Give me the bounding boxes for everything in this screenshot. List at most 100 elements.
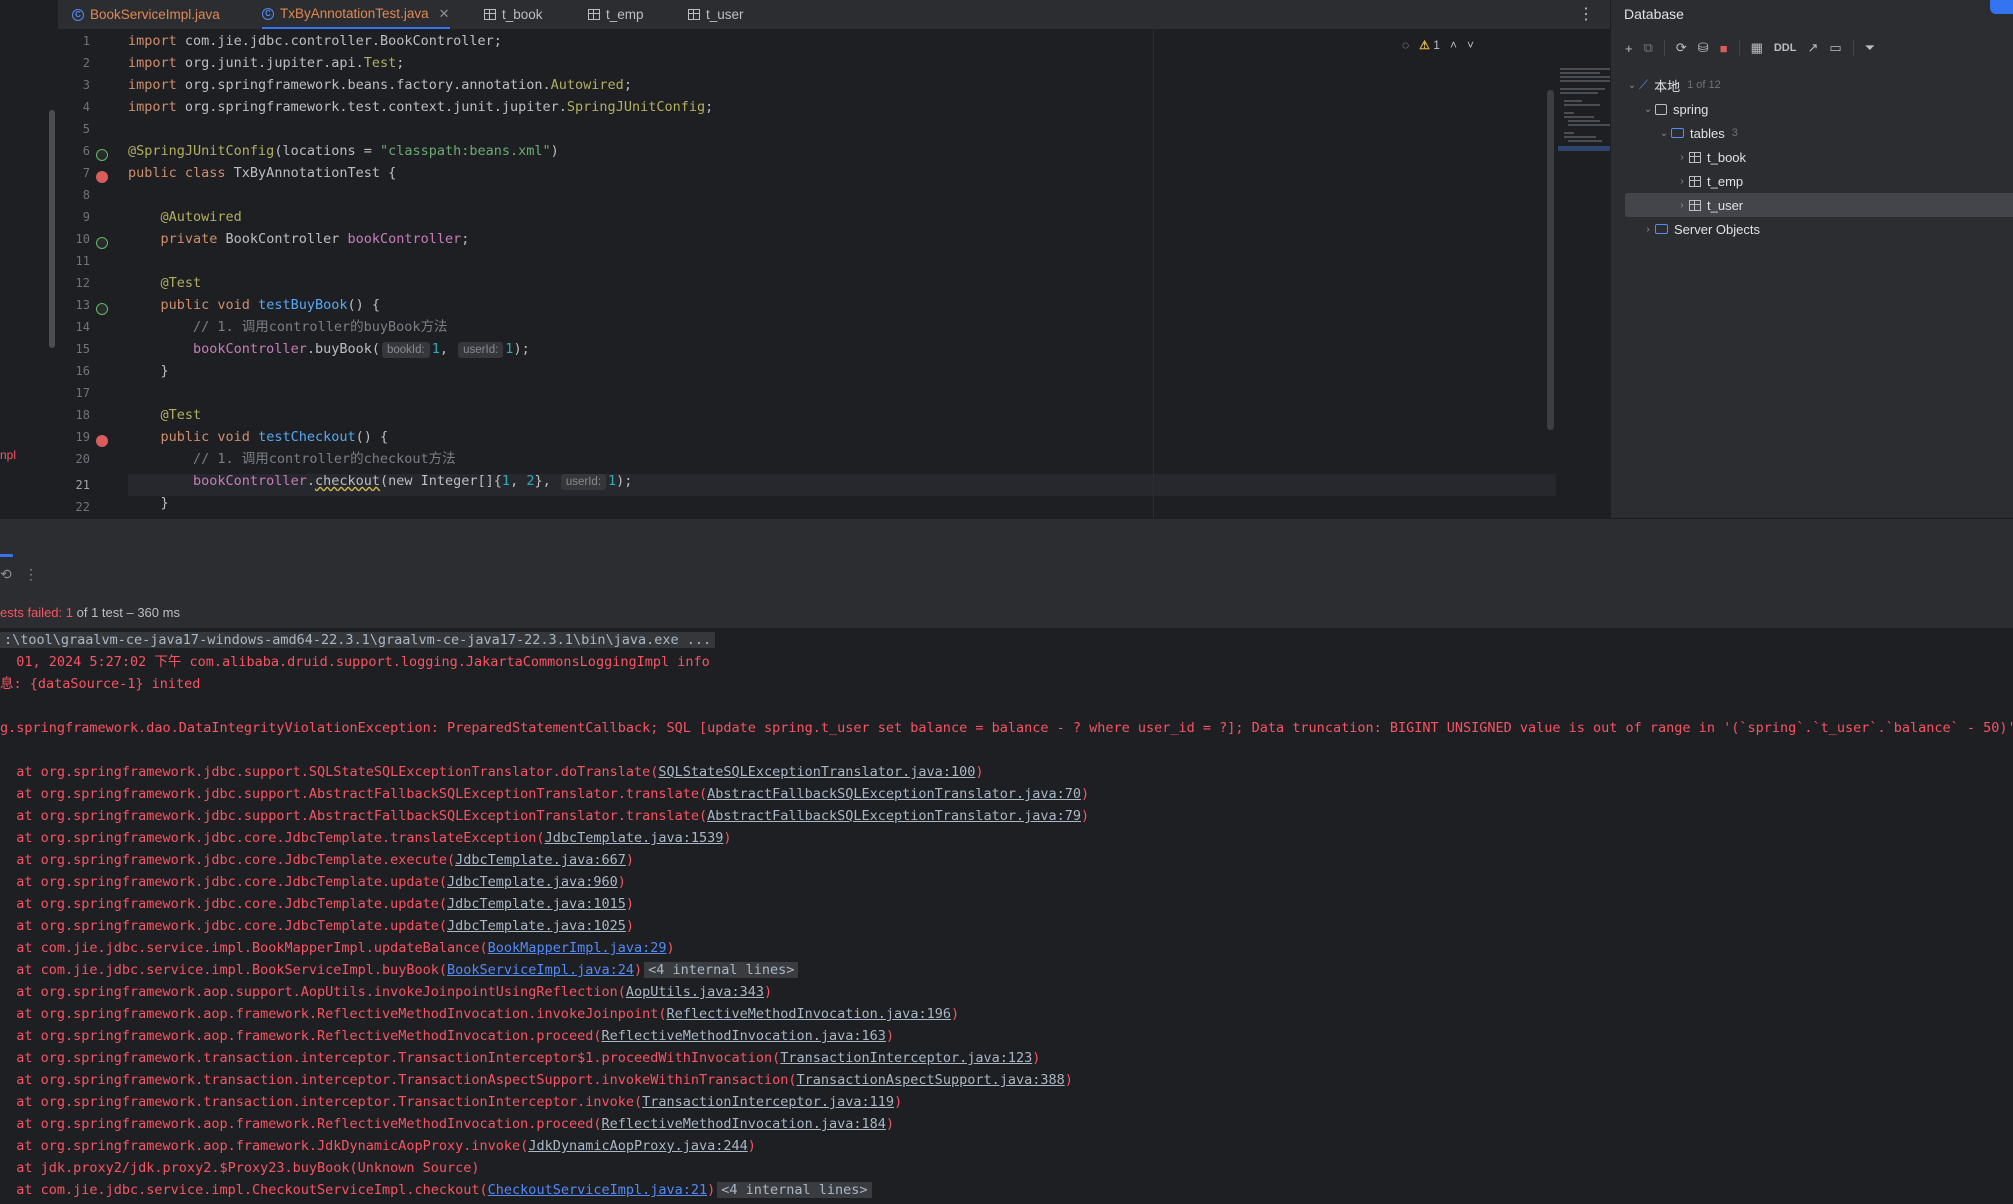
- stack-source-link[interactable]: ReflectiveMethodInvocation.java:196: [666, 1006, 950, 1022]
- warning-indicator[interactable]: ⚠ 1: [1419, 38, 1440, 52]
- line-number: 20: [75, 452, 90, 466]
- close-icon[interactable]: ✕: [439, 6, 450, 22]
- stack-source-link[interactable]: JdbcTemplate.java:667: [455, 852, 626, 868]
- stack-source-link[interactable]: JdkDynamicAopProxy.java:244: [528, 1138, 747, 1154]
- stack-source-link[interactable]: JdbcTemplate.java:960: [447, 874, 618, 890]
- test-failed-gutter-icon[interactable]: [96, 435, 108, 447]
- stack-source-link[interactable]: ReflectiveMethodInvocation.java:184: [601, 1116, 885, 1132]
- stack-source-link[interactable]: ReflectiveMethodInvocation.java:163: [601, 1028, 885, 1044]
- more-options-icon[interactable]: ⋮: [1578, 4, 1594, 24]
- tree-table-t-emp[interactable]: › t_emp: [1611, 169, 2013, 193]
- tree-connection[interactable]: ⌄ ⟋ 本地 1 of 12: [1611, 73, 2013, 97]
- jump-to-console-icon[interactable]: ↗: [1807, 40, 1818, 56]
- stack-source-link[interactable]: TransactionInterceptor.java:123: [780, 1050, 1032, 1066]
- stack-source-link[interactable]: BookServiceImpl.java:24: [447, 962, 634, 978]
- line-number: 14: [75, 320, 90, 334]
- tab-bookserviceimpl[interactable]: C BookServiceImpl.java: [72, 0, 220, 29]
- stack-source-link[interactable]: JdbcTemplate.java:1025: [447, 918, 626, 934]
- tree-table-t-book[interactable]: › t_book: [1611, 145, 2013, 169]
- filter-icon[interactable]: ⏷: [1865, 40, 1875, 56]
- code-line: public void testCheckout() {: [160, 429, 389, 445]
- test-passed-gutter-icon[interactable]: [96, 303, 108, 315]
- chevron-right-icon[interactable]: ›: [1675, 152, 1689, 163]
- mysql-connection-icon: ⟋: [1639, 77, 1649, 92]
- code-line: }: [160, 363, 169, 379]
- stack-source-link[interactable]: SQLStateSQLExceptionTranslator.java:100: [658, 764, 975, 780]
- code-line: }: [160, 495, 169, 511]
- schema-icon: [1655, 103, 1667, 115]
- stack-frame: at org.springframework.aop.framework.Ref…: [0, 1028, 895, 1044]
- stack-frame: at org.springframework.jdbc.support.SQLS…: [0, 764, 984, 780]
- stack-source-link[interactable]: AbstractFallbackSQLExceptionTranslator.j…: [707, 786, 1081, 802]
- code-editor[interactable]: 1 2 3 4 5 6 7 8 9 10 11 12 13 14 15 16 1…: [58, 30, 1668, 518]
- stack-source-link[interactable]: BookMapperImpl.java:29: [488, 940, 667, 956]
- run-console[interactable]: :\tool\graalvm-ce-java17-windows-amd64-2…: [0, 629, 2013, 1204]
- console-log-line: 息: {dataSource-1} inited: [0, 676, 201, 692]
- tree-schema[interactable]: ⌄ spring: [1611, 97, 2013, 121]
- line-number: 18: [75, 408, 90, 422]
- more-options-icon[interactable]: ⋮: [24, 566, 38, 583]
- database-panel: Database + ⧉ ⟳ ⛁ ■ ▦ DDL ↗ ▭ ⏷ ⌄ ⟋ 本地 1 …: [1610, 0, 2013, 518]
- folded-lines-toggle[interactable]: <4 internal lines>: [717, 1182, 872, 1198]
- tree-tables-folder[interactable]: ⌄ tables 3: [1611, 121, 2013, 145]
- tab-t-emp[interactable]: t_emp: [588, 0, 644, 29]
- stack-source-link[interactable]: AbstractFallbackSQLExceptionTranslator.j…: [707, 808, 1081, 824]
- notification-badge[interactable]: [1990, 0, 2013, 14]
- chevron-down-icon[interactable]: ⌄: [1641, 104, 1655, 115]
- code-line-current: bookController.checkout(new Integer[]{1,…: [193, 473, 633, 490]
- tab-t-user[interactable]: t_user: [688, 0, 744, 29]
- add-icon[interactable]: +: [1625, 41, 1633, 56]
- chevron-down-icon[interactable]: ⌄: [1657, 128, 1671, 139]
- folded-lines-toggle[interactable]: <4 internal lines>: [644, 962, 799, 978]
- stack-frame: at org.springframework.jdbc.support.Abst…: [0, 786, 1090, 802]
- line-number: 1: [82, 34, 90, 48]
- rerun-icon[interactable]: ⟲: [0, 566, 12, 583]
- database-panel-title: Database: [1624, 6, 1684, 22]
- stack-source-link[interactable]: AopUtils.java:343: [626, 984, 764, 1000]
- run-gutter-icon[interactable]: [96, 149, 108, 161]
- data-source-properties-icon[interactable]: ⛁: [1698, 40, 1709, 56]
- test-failed-gutter-icon[interactable]: [96, 171, 108, 183]
- tab-txbyannotationtest[interactable]: C TxByAnnotationTest.java ✕: [262, 0, 450, 29]
- copy-icon[interactable]: ⧉: [1644, 40, 1653, 56]
- refresh-icon[interactable]: ⟳: [1676, 40, 1687, 56]
- autowired-gutter-icon[interactable]: [96, 237, 108, 249]
- code-line: private BookController bookController;: [160, 231, 470, 247]
- stack-source-link[interactable]: JdbcTemplate.java:1539: [545, 830, 724, 846]
- chevron-right-icon[interactable]: ›: [1641, 224, 1655, 235]
- console-icon[interactable]: ▭: [1829, 40, 1841, 56]
- chevron-up-icon[interactable]: ˄: [1450, 38, 1457, 52]
- ddl-button[interactable]: DDL: [1774, 42, 1797, 54]
- reader-mode-icon[interactable]: ◌: [1402, 38, 1409, 52]
- stack-frame: at org.springframework.aop.support.AopUt…: [0, 984, 773, 1000]
- stack-source-link[interactable]: CheckoutServiceImpl.java:21: [488, 1182, 707, 1198]
- chevron-right-icon[interactable]: ›: [1675, 200, 1689, 211]
- stack-source-link[interactable]: JdbcTemplate.java:1015: [447, 896, 626, 912]
- run-toolbar: ⟲ ⋮: [0, 558, 2013, 594]
- table-icon: [1689, 199, 1701, 211]
- stack-frame: at org.springframework.jdbc.core.JdbcTem…: [0, 918, 634, 934]
- tab-t-book[interactable]: t_book: [484, 0, 543, 29]
- editor-scrollbar[interactable]: [1547, 90, 1554, 430]
- console-log-line: 01, 2024 5:27:02 下午 com.alibaba.druid.su…: [0, 654, 710, 670]
- stack-frame: at org.springframework.jdbc.core.JdbcTem…: [0, 830, 732, 846]
- stack-frame: at jdk.proxy2/jdk.proxy2.$Proxy23.buyBoo…: [0, 1160, 480, 1176]
- right-margin-guide: [1153, 30, 1154, 518]
- parameter-hint: userId:: [458, 342, 504, 358]
- tree-table-t-user[interactable]: › t_user: [1625, 193, 2013, 217]
- disconnect-icon[interactable]: ■: [1720, 41, 1728, 56]
- line-number: 2: [82, 56, 90, 70]
- left-scrollbar[interactable]: [49, 110, 55, 348]
- stack-frame: at org.springframework.transaction.inter…: [0, 1094, 903, 1110]
- stack-source-link[interactable]: TransactionAspectSupport.java:388: [797, 1072, 1065, 1088]
- stack-source-link[interactable]: TransactionInterceptor.java:119: [642, 1094, 894, 1110]
- chevron-down-icon[interactable]: ˅: [1467, 38, 1474, 52]
- chevron-right-icon[interactable]: ›: [1675, 176, 1689, 187]
- table-view-icon[interactable]: ▦: [1751, 40, 1763, 56]
- code-line: @SpringJUnitConfig(locations = "classpat…: [128, 143, 559, 159]
- run-tab-active-indicator[interactable]: [0, 554, 13, 557]
- line-number: 17: [75, 386, 90, 400]
- inspection-widget[interactable]: ◌ ⚠ 1 ˄ ˅: [1402, 38, 1474, 52]
- chevron-down-icon[interactable]: ⌄: [1625, 80, 1639, 91]
- tree-server-objects[interactable]: › Server Objects: [1611, 217, 2013, 241]
